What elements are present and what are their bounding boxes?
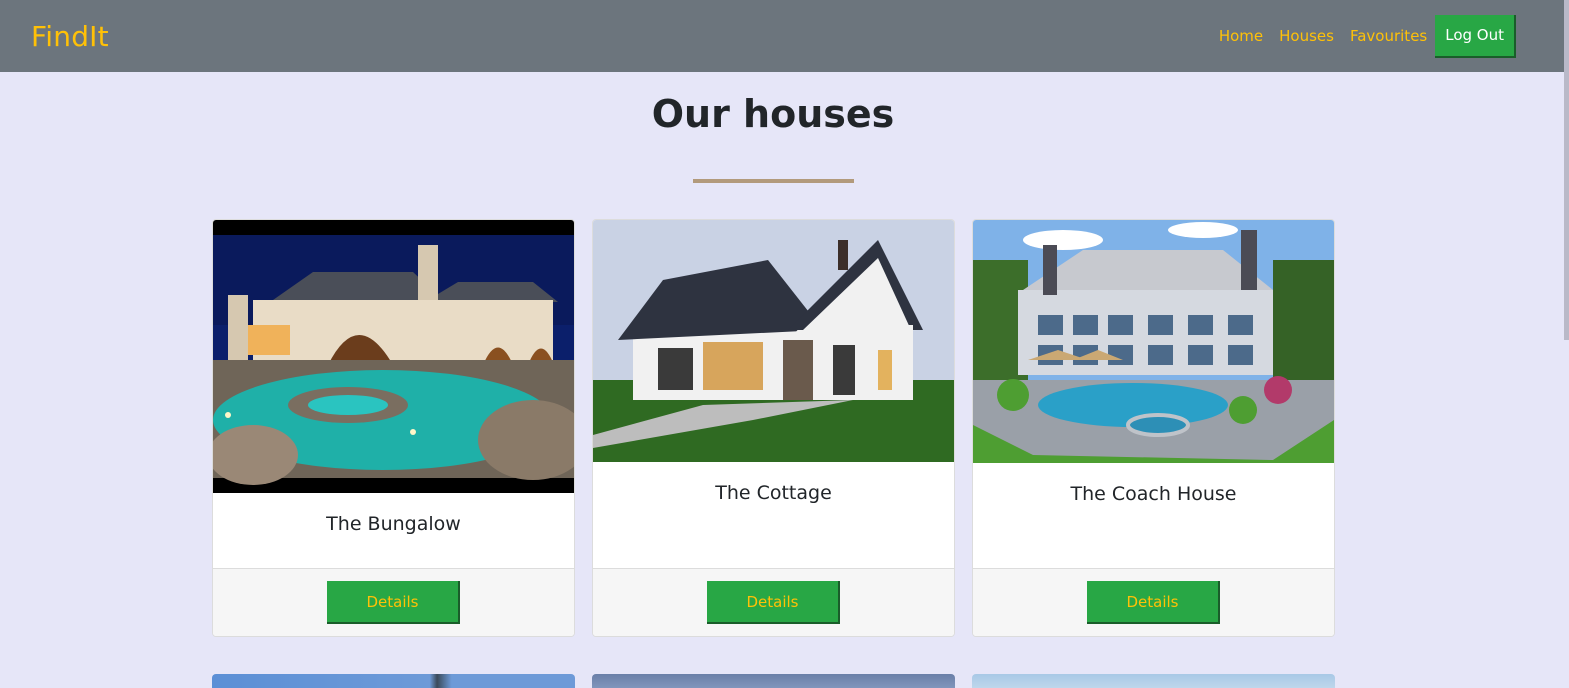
house-name: The Cottage (715, 482, 832, 504)
nav-links: Home Houses Favourites Log Out (1211, 14, 1516, 58)
scrollbar-thumb[interactable] (1564, 0, 1569, 340)
house-image-cottage[interactable] (593, 220, 954, 462)
house-name: The Coach House (1070, 483, 1237, 505)
nav-link-home[interactable]: Home (1211, 27, 1271, 45)
house-card-peek[interactable] (972, 674, 1335, 688)
house-image-bungalow[interactable] (213, 220, 574, 493)
details-button-coach-house[interactable]: Details (1087, 581, 1220, 624)
house-image-coach-house[interactable] (973, 220, 1334, 463)
house-card-bungalow: The Bungalow Details (212, 219, 575, 637)
card-footer: Details (973, 568, 1334, 636)
house-card-coach-house: The Coach House Details (972, 219, 1335, 637)
house-card-cottage: The Cottage Details (592, 219, 955, 637)
navbar: FindIt Home Houses Favourites Log Out (0, 0, 1564, 72)
nav-link-favourites[interactable]: Favourites (1342, 27, 1435, 45)
card-footer: Details (593, 568, 954, 636)
details-button-cottage[interactable]: Details (707, 581, 840, 624)
nav-link-houses[interactable]: Houses (1271, 27, 1342, 45)
house-name: The Bungalow (326, 513, 461, 535)
card-footer: Details (213, 568, 574, 636)
title-divider (693, 179, 854, 183)
brand-logo[interactable]: FindIt (31, 20, 109, 53)
page-title: Our houses (651, 92, 895, 136)
details-button-bungalow[interactable]: Details (327, 581, 460, 624)
logout-button[interactable]: Log Out (1435, 14, 1516, 58)
house-card-peek[interactable] (592, 674, 955, 688)
page-scrollbar[interactable] (1564, 0, 1569, 688)
house-card-peek[interactable] (212, 674, 575, 688)
